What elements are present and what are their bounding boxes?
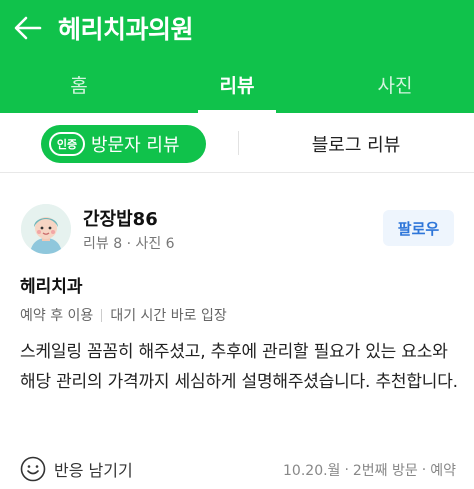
visitor-review-label: 방문자 리뷰 (91, 135, 180, 156)
arrow-left-icon (14, 16, 42, 39)
meta-separator: · (421, 462, 427, 478)
user-avatar-icon (21, 204, 71, 254)
tab-photos[interactable]: 사진 (316, 55, 474, 113)
tag-divider (101, 308, 103, 322)
review-body: 스케일링 꼼꼼히 해주셨고, 추후에 관리할 필요가 있는 요소와 해당 관리의… (20, 342, 458, 392)
visit-count: 2번째 방문 (352, 463, 418, 479)
certified-badge: 인증 (49, 132, 85, 156)
visit-tags: 예약 후 이용 대기 시간 바로 입장 (20, 305, 227, 325)
follow-button[interactable]: 팔로우 (383, 210, 454, 246)
visit-tag: 대기 시간 바로 입장 (110, 308, 227, 324)
main-tabs: 홈 리뷰 사진 (0, 55, 474, 113)
leave-reaction-label: 반응 남기기 (54, 461, 133, 480)
visit-date: 10.20.월 (283, 463, 341, 479)
reviewer-stats: 리뷰 8 · 사진 6 (83, 236, 175, 252)
visitor-review-tab[interactable]: 인증 방문자 리뷰 (41, 125, 206, 163)
page-title: 헤리치과의원 (58, 14, 194, 44)
tab-reviews[interactable]: 리뷰 (158, 55, 316, 113)
smile-icon (20, 456, 46, 482)
visit-tag: 예약 후 이용 (20, 308, 94, 324)
app-header: 헤리치과의원 (0, 0, 474, 55)
review-meta: 10.20.월 · 2번째 방문 · 예약 (283, 460, 456, 480)
meta-separator: · (344, 462, 349, 478)
blog-review-tab[interactable]: 블로그 리뷰 (238, 125, 474, 163)
back-button[interactable] (0, 0, 56, 55)
review-type-tabs: 인증 방문자 리뷰 블로그 리뷰 (0, 113, 474, 173)
leave-reaction-button[interactable]: 반응 남기기 (20, 454, 133, 484)
visit-method: 예약 (430, 463, 456, 479)
avatar[interactable] (21, 204, 71, 254)
tab-home[interactable]: 홈 (0, 55, 158, 113)
reviewer-name[interactable]: 간장밥86 (83, 205, 158, 231)
place-name: 헤리치과 (20, 277, 83, 297)
